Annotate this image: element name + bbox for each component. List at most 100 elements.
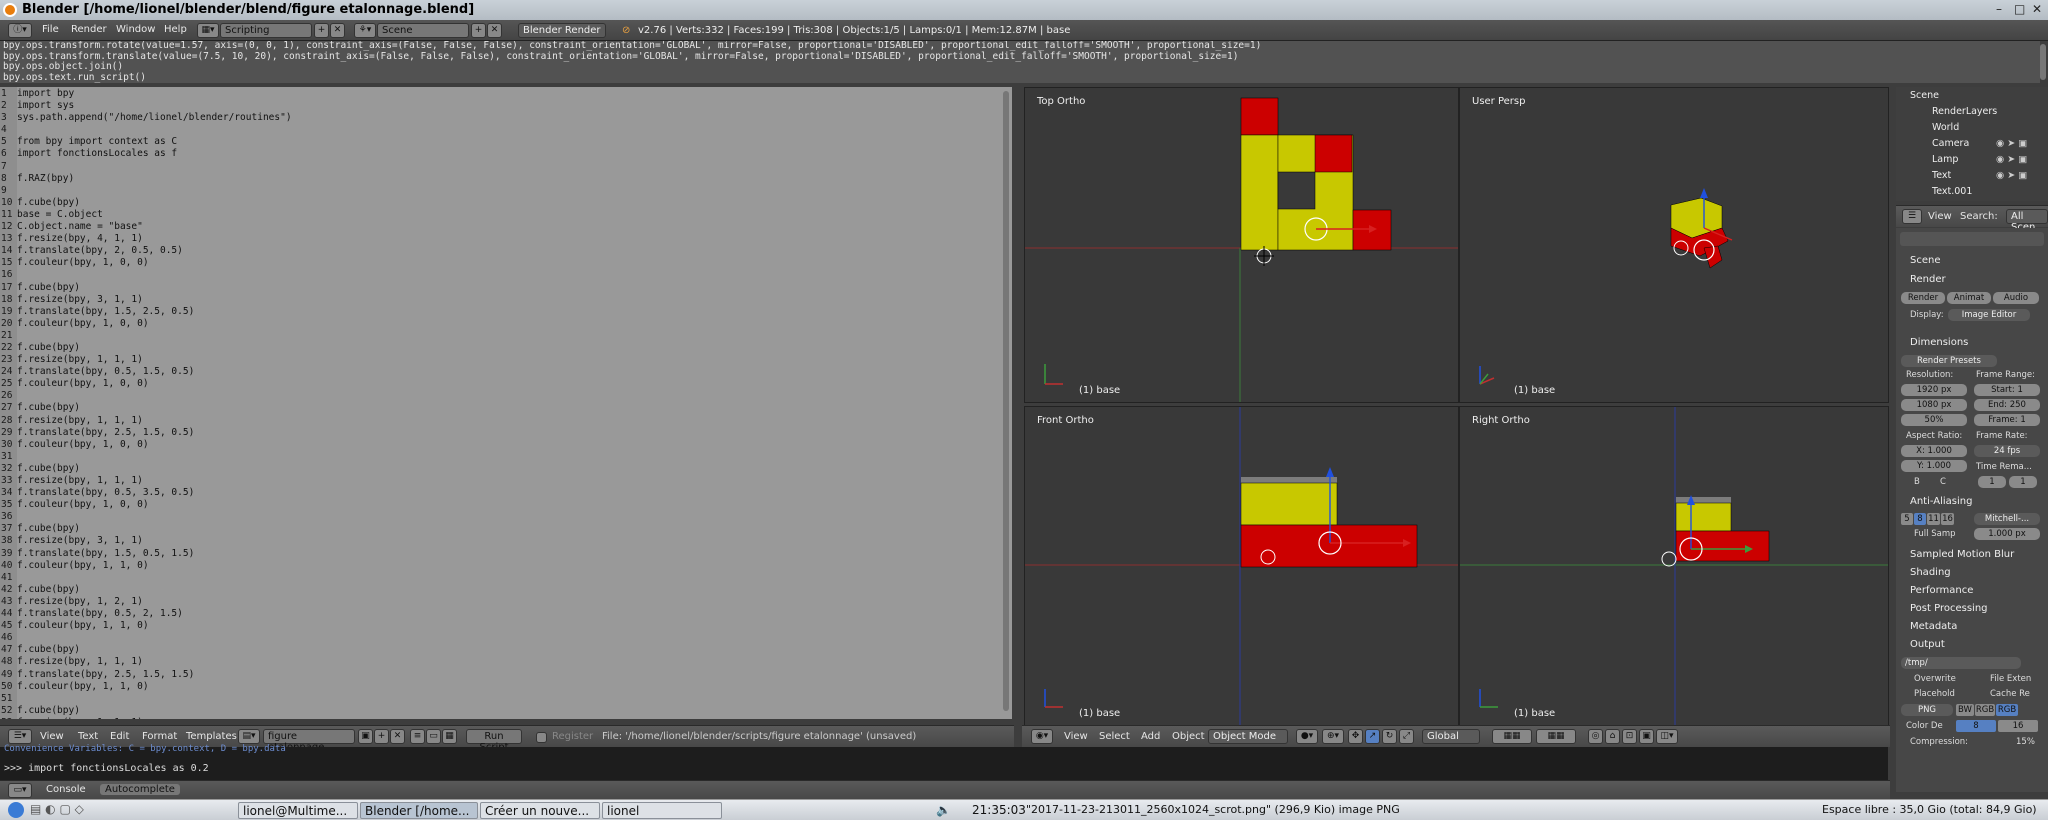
remove-scene-icon[interactable]: ✕	[487, 23, 502, 38]
anti-aliasing-panel-header[interactable]: Anti-Aliasing	[1896, 493, 2048, 510]
code-line[interactable]: 40 f.couleur(bpy, 1, 1, 0)	[0, 560, 1000, 572]
code-line[interactable]: 12 C.object.name = "base"	[0, 221, 1000, 233]
overwrite-checkbox[interactable]: Overwrite	[1914, 674, 1956, 684]
viewport-top-ortho[interactable]: Top Ortho (1) base	[1024, 87, 1459, 403]
resolution-x-field[interactable]: 1920 px	[1901, 384, 1967, 396]
menu-edit[interactable]: Edit	[110, 731, 129, 742]
compression-value[interactable]: 15%	[2016, 737, 2035, 747]
close-icon[interactable]: ✕	[2032, 2, 2042, 16]
properties-editor[interactable]: Scene Render Render Animat Audio Display…	[1896, 228, 2048, 792]
code-line[interactable]: 14 f.translate(bpy, 2, 0.5, 0.5)	[0, 245, 1000, 257]
placeholder-checkbox[interactable]: Placehold	[1914, 689, 1955, 699]
code-line[interactable]: 2 import sys	[0, 100, 1000, 112]
volume-icon[interactable]: 🔈	[936, 803, 951, 817]
resolution-y-field[interactable]: 1080 px	[1901, 399, 1967, 411]
screen-layout-icon[interactable]: ▦▾	[197, 23, 219, 38]
color-rgba-button[interactable]: RGB	[1996, 704, 2018, 716]
output-path-field[interactable]: /tmp/	[1901, 657, 2021, 669]
code-line[interactable]: 46	[0, 632, 1000, 644]
menu-file[interactable]: File	[42, 24, 59, 35]
code-line[interactable]: 50 f.couleur(bpy, 1, 1, 0)	[0, 681, 1000, 693]
viewport-user-persp[interactable]: User Persp (1) base	[1459, 87, 1889, 403]
code-line[interactable]: 39 f.translate(bpy, 1.5, 0.5, 1.5)	[0, 548, 1000, 560]
aspect-y-field[interactable]: Y: 1.000	[1901, 460, 1967, 472]
visibility-eye-icon[interactable]: ◉ ➤ ▣	[1996, 154, 2027, 165]
code-line[interactable]: 37 f.cube(bpy)	[0, 523, 1000, 535]
text-unlink-icon[interactable]: ✕	[390, 729, 405, 744]
editor-scrollbar[interactable]	[1003, 91, 1009, 711]
code-line[interactable]: 9	[0, 185, 1000, 197]
metadata-panel-header[interactable]: Metadata	[1896, 618, 2048, 635]
post-processing-panel-header[interactable]: Post Processing	[1896, 600, 2048, 617]
code-line[interactable]: 29 f.translate(bpy, 2.5, 1.5, 0.5)	[0, 427, 1000, 439]
outliner-item-scene[interactable]: Scene	[1910, 90, 1939, 101]
cache-result-checkbox[interactable]: Cache Re	[1990, 689, 2030, 699]
shading-panel-header[interactable]: Shading	[1896, 564, 2048, 581]
code-line[interactable]: 47 f.cube(bpy)	[0, 644, 1000, 656]
visibility-eye-icon[interactable]: ◉ ➤ ▣	[1996, 138, 2027, 149]
menu-text[interactable]: Text	[78, 731, 98, 742]
code-line[interactable]: 34 f.translate(bpy, 0.5, 3.5, 0.5)	[0, 487, 1000, 499]
menu-window[interactable]: Window	[116, 24, 155, 35]
code-line[interactable]: 22 f.cube(bpy)	[0, 342, 1000, 354]
code-line[interactable]: 49 f.translate(bpy, 2.5, 1.5, 1.5)	[0, 669, 1000, 681]
menu-templates[interactable]: Templates	[186, 731, 237, 742]
frame-step-field[interactable]: Frame: 1	[1974, 414, 2040, 426]
code-line[interactable]: 21	[0, 330, 1000, 342]
render-panel-header[interactable]: Render	[1896, 271, 2048, 288]
outliner-view-menu[interactable]: View	[1928, 211, 1952, 222]
color-bw-button[interactable]: BW	[1956, 704, 1974, 716]
code-line[interactable]: 13 f.resize(bpy, 4, 1, 1)	[0, 233, 1000, 245]
code-line[interactable]: 25 f.couleur(bpy, 1, 0, 0)	[0, 378, 1000, 390]
motion-blur-panel-header[interactable]: Sampled Motion Blur	[1896, 546, 2048, 563]
remove-layout-icon[interactable]: ✕	[330, 23, 345, 38]
file-extension-checkbox[interactable]: File Exten	[1990, 674, 2031, 684]
code-line[interactable]: 45 f.couleur(bpy, 1, 1, 0)	[0, 620, 1000, 632]
outliner-item-world[interactable]: World	[1932, 122, 1959, 133]
console-prompt[interactable]: >>> import fonctionsLocales as 0.2	[4, 763, 209, 774]
audio-button[interactable]: Audio	[1993, 292, 2039, 304]
code-line[interactable]: 30 f.couleur(bpy, 1, 0, 0)	[0, 439, 1000, 451]
text-name-field[interactable]: figure etalonnage	[263, 729, 355, 753]
menu-select[interactable]: Select	[1099, 731, 1130, 742]
text-lock-icon[interactable]: ▣	[358, 729, 373, 744]
frame-start-field[interactable]: Start: 1	[1974, 384, 2040, 396]
frame-end-field[interactable]: End: 250	[1974, 399, 2040, 411]
resolution-percent-field[interactable]: 50%	[1901, 414, 1967, 426]
code-line[interactable]: 3 sys.path.append("/home/lionel/blender/r…	[0, 112, 1000, 124]
outliner-filter-select[interactable]: All Scen	[2006, 209, 2048, 233]
code-line[interactable]: 27 f.cube(bpy)	[0, 402, 1000, 414]
editor-type-icon[interactable]: ⓘ▾	[8, 23, 32, 38]
outliner-item-lamp[interactable]: Lamp	[1932, 154, 1958, 165]
code-line[interactable]: 35 f.couleur(bpy, 1, 0, 0)	[0, 499, 1000, 511]
code-line[interactable]: 44 f.translate(bpy, 0.5, 2, 1.5)	[0, 608, 1000, 620]
task-blender[interactable]: Blender [/home...	[360, 802, 478, 819]
aa-filter-select[interactable]: Mitchell-...	[1974, 513, 2040, 525]
code-line[interactable]: 15 f.couleur(bpy, 1, 0, 0)	[0, 257, 1000, 269]
shading-icon[interactable]: ●▾	[1296, 729, 1318, 744]
add-layout-icon[interactable]: +	[314, 23, 329, 38]
syntax-highlight-toggle-icon[interactable]: ▦	[442, 729, 457, 744]
menu-add[interactable]: Add	[1141, 731, 1160, 742]
code-line[interactable]: 53f.resize(bpy, 1, 1, 1)	[0, 717, 1000, 719]
code-line[interactable]: 24 f.translate(bpy, 0.5, 1.5, 0.5)	[0, 366, 1000, 378]
rotate-icon[interactable]: ↻	[1382, 729, 1397, 744]
code-line[interactable]: 1 import bpy	[0, 88, 1000, 100]
text-new-icon[interactable]: +	[374, 729, 389, 744]
code-line[interactable]: 8 f.RAZ(bpy)	[0, 173, 1000, 185]
aa-samples-11[interactable]: 11	[1927, 513, 1940, 525]
code-line[interactable]: 6 import fonctionsLocales as f	[0, 148, 1000, 160]
code-line[interactable]: 36	[0, 511, 1000, 523]
mode-select[interactable]: Object Mode	[1208, 729, 1288, 744]
task-browser[interactable]: Créer un nouve...	[480, 802, 600, 819]
properties-tabs[interactable]	[1900, 232, 2044, 246]
scene-field[interactable]: Scene	[377, 23, 469, 38]
outliner[interactable]: Scene RenderLayers World Camera Lamp Tex…	[1896, 87, 2048, 201]
code-line[interactable]: 28 f.resize(bpy, 1, 1, 1)	[0, 415, 1000, 427]
pivot-icon[interactable]: ⊕▾	[1322, 729, 1344, 744]
start-menu-icon[interactable]	[8, 802, 24, 818]
code-line[interactable]: 52 f.cube(bpy)	[0, 705, 1000, 717]
layers-icon[interactable]: ▦▦	[1492, 729, 1532, 744]
time-remap-old-field[interactable]: 1	[1978, 476, 2006, 488]
code-line[interactable]: 43 f.resize(bpy, 1, 2, 1)	[0, 596, 1000, 608]
